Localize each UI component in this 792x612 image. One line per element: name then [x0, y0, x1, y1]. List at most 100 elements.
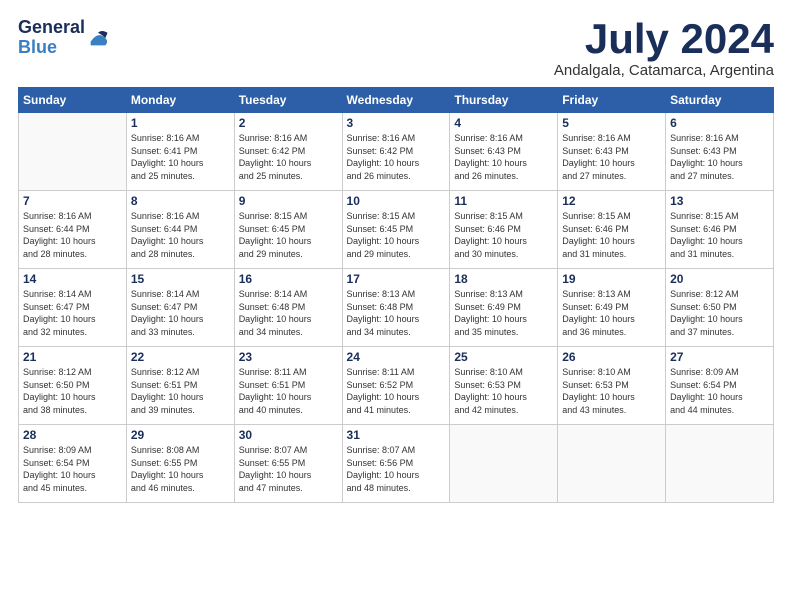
- calendar-cell: 21Sunrise: 8:12 AM Sunset: 6:50 PM Dayli…: [19, 347, 127, 425]
- calendar-cell: 29 Sunrise: 8:08 AM Sunset: 6:55 PM Dayli…: [126, 425, 234, 503]
- day-number: 10: [347, 194, 446, 208]
- day-info: Sunrise: 8:13 AM Sunset: 6:48 PM Dayligh…: [347, 288, 446, 338]
- day-info: Sunrise: 8:16 AM Sunset: 6:42 PM Dayligh…: [239, 132, 338, 182]
- header-thursday: Thursday: [450, 88, 558, 113]
- day-info: Sunrise: 8:16 AM Sunset: 6:44 PM Dayligh…: [131, 210, 230, 260]
- day-number: 4: [454, 116, 553, 130]
- day-number: 11: [454, 194, 553, 208]
- day-number: 3: [347, 116, 446, 130]
- day-info: Sunrise: 8:10 AM Sunset: 6:53 PM Dayligh…: [562, 366, 661, 416]
- logo-general: General: [18, 18, 85, 38]
- day-number: 14: [23, 272, 122, 286]
- day-info: Sunrise: 8:12 AM Sunset: 6:50 PM Dayligh…: [23, 366, 122, 416]
- day-number: 30: [239, 428, 338, 442]
- calendar-cell: 14 Sunrise: 8:14 AM Sunset: 6:47 PM Dayli…: [19, 269, 127, 347]
- calendar-cell: 22 Sunrise: 8:12 AM Sunset: 6:51 PM Dayli…: [126, 347, 234, 425]
- day-number: 9: [239, 194, 338, 208]
- calendar-cell: 4Sunrise: 8:16 AM Sunset: 6:43 PM Daylig…: [450, 113, 558, 191]
- calendar-cell: 24Sunrise: 8:11 AM Sunset: 6:52 PM Dayli…: [342, 347, 450, 425]
- calendar-cell: 28 Sunrise: 8:09 AM Sunset: 6:54 PM Dayli…: [19, 425, 127, 503]
- calendar-cell: 6Sunrise: 8:16 AM Sunset: 6:43 PM Daylig…: [666, 113, 774, 191]
- calendar-cell: 19Sunrise: 8:13 AM Sunset: 6:49 PM Dayli…: [558, 269, 666, 347]
- logo-icon: [87, 27, 109, 49]
- day-number: 12: [562, 194, 661, 208]
- calendar-cell: 1 Sunrise: 8:16 AM Sunset: 6:41 PM Daylig…: [126, 113, 234, 191]
- day-number: 23: [239, 350, 338, 364]
- calendar-cell: 17 Sunrise: 8:13 AM Sunset: 6:48 PM Dayli…: [342, 269, 450, 347]
- calendar-cell: 25Sunrise: 8:10 AM Sunset: 6:53 PM Dayli…: [450, 347, 558, 425]
- calendar-cell: [450, 425, 558, 503]
- calendar-table: Sunday Monday Tuesday Wednesday Thursday…: [18, 87, 774, 503]
- calendar-cell: 2 Sunrise: 8:16 AM Sunset: 6:42 PM Daylig…: [234, 113, 342, 191]
- calendar-cell: 31 Sunrise: 8:07 AM Sunset: 6:56 PM Dayli…: [342, 425, 450, 503]
- calendar-cell: [558, 425, 666, 503]
- day-number: 7: [23, 194, 122, 208]
- calendar-cell: [19, 113, 127, 191]
- logo: General Blue: [18, 18, 109, 58]
- day-number: 26: [562, 350, 661, 364]
- calendar-cell: 8Sunrise: 8:16 AM Sunset: 6:44 PM Daylig…: [126, 191, 234, 269]
- day-number: 28: [23, 428, 122, 442]
- day-info: Sunrise: 8:09 AM Sunset: 6:54 PM Dayligh…: [23, 444, 122, 494]
- title-section: July 2024 Andalgala, Catamarca, Argentin…: [554, 18, 774, 79]
- header-row: Sunday Monday Tuesday Wednesday Thursday…: [19, 88, 774, 113]
- week-row-1: 1 Sunrise: 8:16 AM Sunset: 6:41 PM Daylig…: [19, 113, 774, 191]
- day-info: Sunrise: 8:16 AM Sunset: 6:42 PM Dayligh…: [347, 132, 446, 182]
- day-number: 20: [670, 272, 769, 286]
- day-info: Sunrise: 8:07 AM Sunset: 6:56 PM Dayligh…: [347, 444, 446, 494]
- day-number: 5: [562, 116, 661, 130]
- subtitle: Andalgala, Catamarca, Argentina: [554, 62, 774, 79]
- day-number: 16: [239, 272, 338, 286]
- calendar-cell: [666, 425, 774, 503]
- day-info: Sunrise: 8:14 AM Sunset: 6:48 PM Dayligh…: [239, 288, 338, 338]
- page: General Blue July 2024 Andalgala, Catama…: [0, 0, 792, 612]
- day-info: Sunrise: 8:12 AM Sunset: 6:50 PM Dayligh…: [670, 288, 769, 338]
- header-friday: Friday: [558, 88, 666, 113]
- week-row-3: 14 Sunrise: 8:14 AM Sunset: 6:47 PM Dayli…: [19, 269, 774, 347]
- calendar-cell: 26 Sunrise: 8:10 AM Sunset: 6:53 PM Dayli…: [558, 347, 666, 425]
- header-tuesday: Tuesday: [234, 88, 342, 113]
- day-number: 13: [670, 194, 769, 208]
- day-number: 27: [670, 350, 769, 364]
- month-title: July 2024: [554, 18, 774, 60]
- day-info: Sunrise: 8:15 AM Sunset: 6:46 PM Dayligh…: [670, 210, 769, 260]
- day-number: 17: [347, 272, 446, 286]
- calendar-cell: 9 Sunrise: 8:15 AM Sunset: 6:45 PM Daylig…: [234, 191, 342, 269]
- day-info: Sunrise: 8:07 AM Sunset: 6:55 PM Dayligh…: [239, 444, 338, 494]
- day-info: Sunrise: 8:09 AM Sunset: 6:54 PM Dayligh…: [670, 366, 769, 416]
- day-info: Sunrise: 8:16 AM Sunset: 6:41 PM Dayligh…: [131, 132, 230, 182]
- day-info: Sunrise: 8:11 AM Sunset: 6:52 PM Dayligh…: [347, 366, 446, 416]
- day-info: Sunrise: 8:08 AM Sunset: 6:55 PM Dayligh…: [131, 444, 230, 494]
- day-number: 31: [347, 428, 446, 442]
- header-saturday: Saturday: [666, 88, 774, 113]
- calendar-cell: 10 Sunrise: 8:15 AM Sunset: 6:45 PM Dayli…: [342, 191, 450, 269]
- calendar-cell: 7Sunrise: 8:16 AM Sunset: 6:44 PM Daylig…: [19, 191, 127, 269]
- calendar-cell: 20 Sunrise: 8:12 AM Sunset: 6:50 PM Dayli…: [666, 269, 774, 347]
- calendar-cell: 30 Sunrise: 8:07 AM Sunset: 6:55 PM Dayli…: [234, 425, 342, 503]
- day-info: Sunrise: 8:14 AM Sunset: 6:47 PM Dayligh…: [23, 288, 122, 338]
- header-wednesday: Wednesday: [342, 88, 450, 113]
- day-number: 22: [131, 350, 230, 364]
- day-info: Sunrise: 8:14 AM Sunset: 6:47 PM Dayligh…: [131, 288, 230, 338]
- header: General Blue July 2024 Andalgala, Catama…: [18, 18, 774, 79]
- day-info: Sunrise: 8:15 AM Sunset: 6:45 PM Dayligh…: [347, 210, 446, 260]
- calendar-cell: 13 Sunrise: 8:15 AM Sunset: 6:46 PM Dayli…: [666, 191, 774, 269]
- calendar-cell: 18Sunrise: 8:13 AM Sunset: 6:49 PM Dayli…: [450, 269, 558, 347]
- day-number: 1: [131, 116, 230, 130]
- calendar-cell: 12Sunrise: 8:15 AM Sunset: 6:46 PM Dayli…: [558, 191, 666, 269]
- calendar-cell: 16 Sunrise: 8:14 AM Sunset: 6:48 PM Dayli…: [234, 269, 342, 347]
- logo-blue: Blue: [18, 38, 85, 58]
- day-number: 29: [131, 428, 230, 442]
- week-row-5: 28 Sunrise: 8:09 AM Sunset: 6:54 PM Dayli…: [19, 425, 774, 503]
- day-number: 6: [670, 116, 769, 130]
- day-info: Sunrise: 8:15 AM Sunset: 6:45 PM Dayligh…: [239, 210, 338, 260]
- calendar-cell: 5 Sunrise: 8:16 AM Sunset: 6:43 PM Daylig…: [558, 113, 666, 191]
- day-number: 2: [239, 116, 338, 130]
- week-row-2: 7 Sunrise: 8:16 AM Sunset: 6:44 PM Daylig…: [19, 191, 774, 269]
- day-info: Sunrise: 8:16 AM Sunset: 6:43 PM Dayligh…: [562, 132, 661, 182]
- day-info: Sunrise: 8:11 AM Sunset: 6:51 PM Dayligh…: [239, 366, 338, 416]
- day-info: Sunrise: 8:12 AM Sunset: 6:51 PM Dayligh…: [131, 366, 230, 416]
- calendar-cell: 15Sunrise: 8:14 AM Sunset: 6:47 PM Dayli…: [126, 269, 234, 347]
- day-info: Sunrise: 8:10 AM Sunset: 6:53 PM Dayligh…: [454, 366, 553, 416]
- day-info: Sunrise: 8:13 AM Sunset: 6:49 PM Dayligh…: [454, 288, 553, 338]
